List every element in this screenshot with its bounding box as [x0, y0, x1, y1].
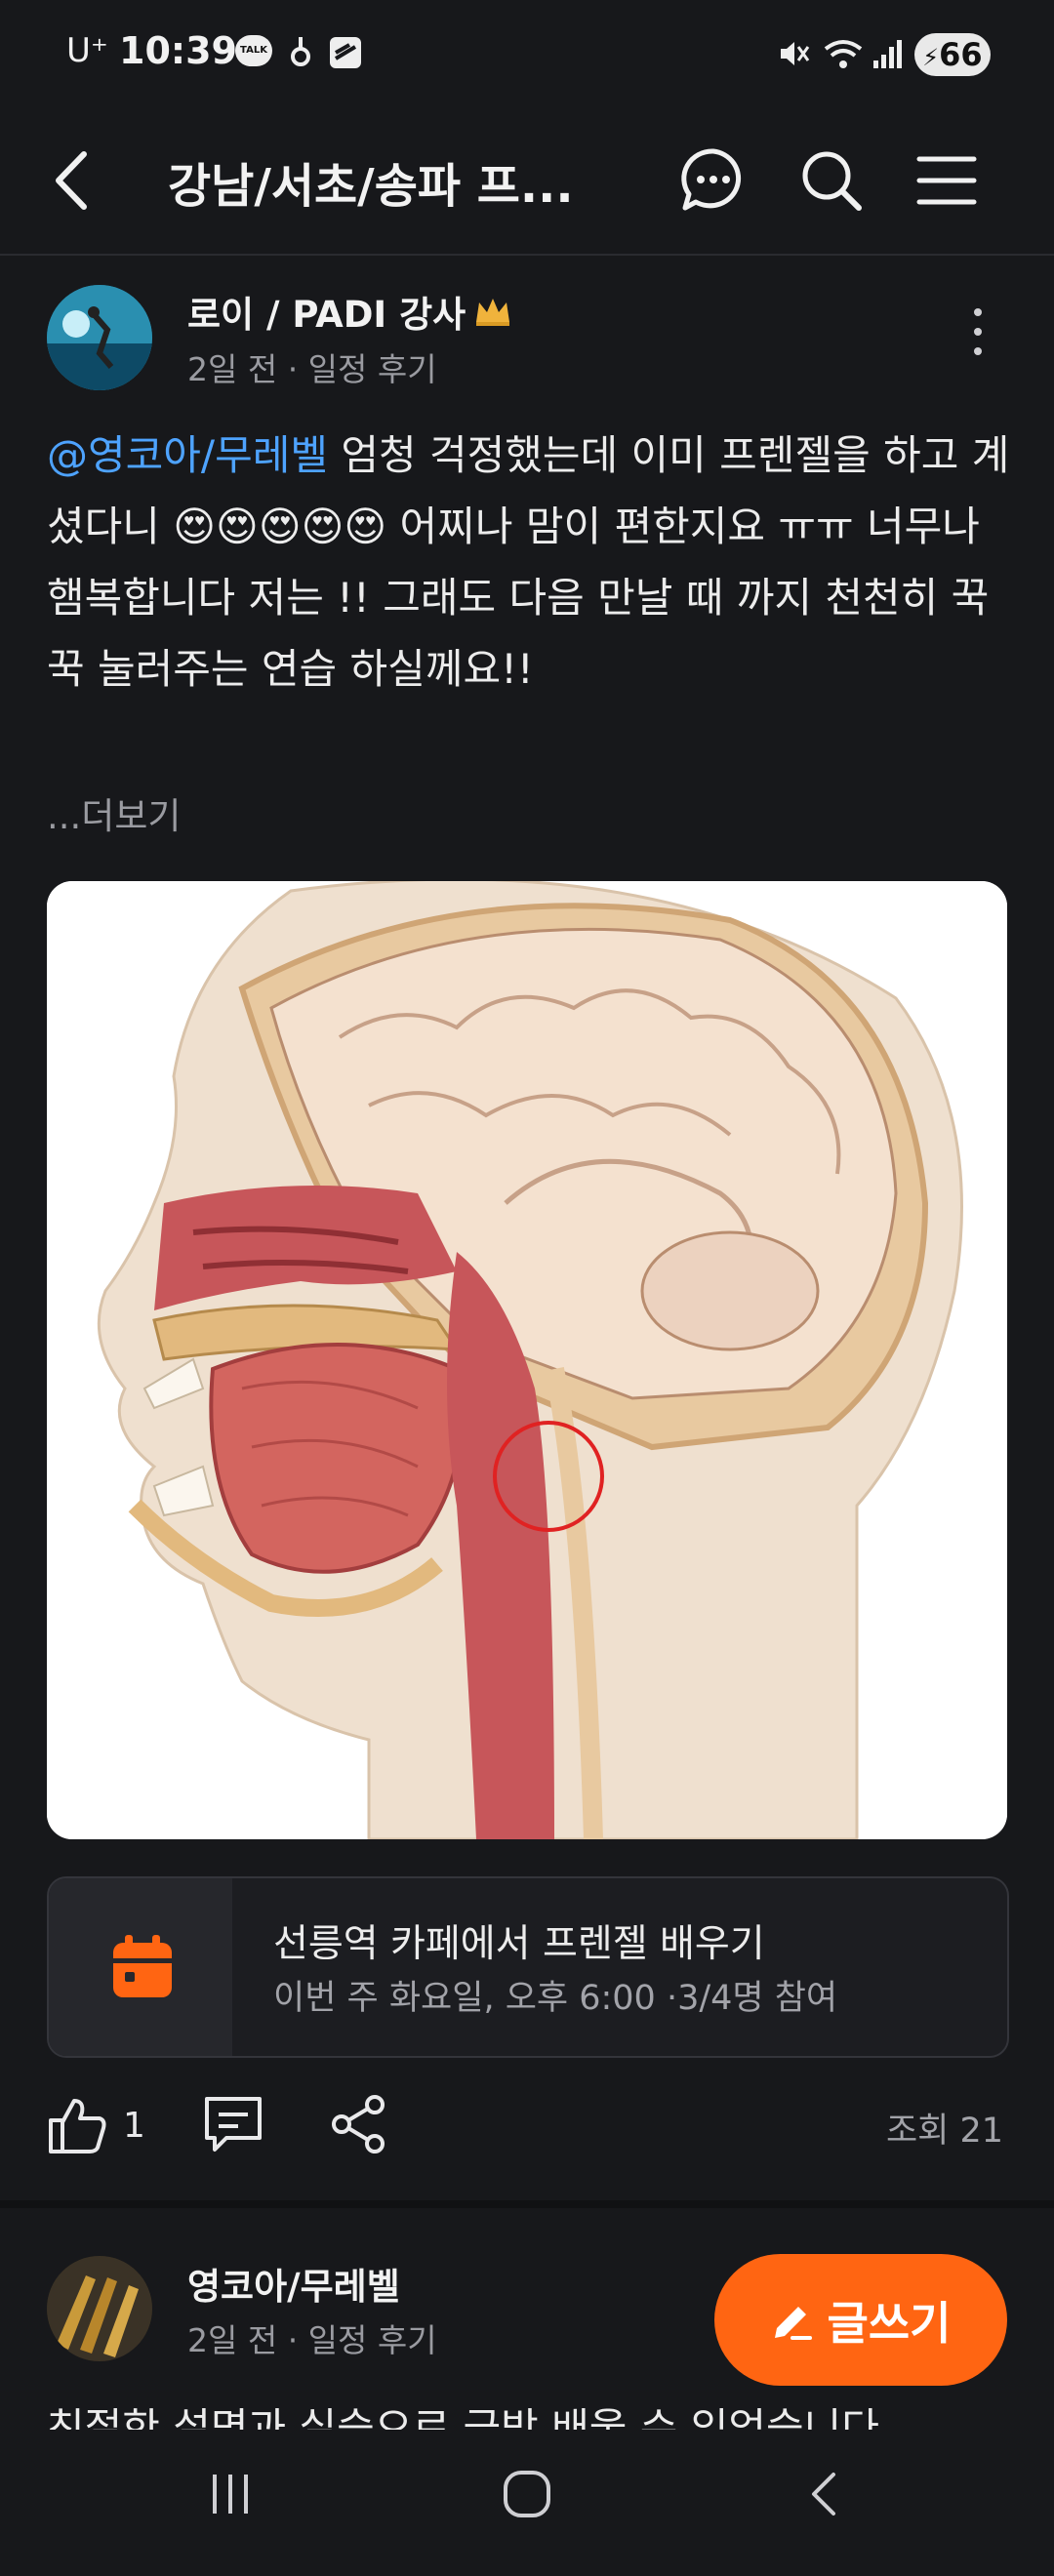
- author-name[interactable]: 로이 / PADI 강사: [187, 285, 466, 338]
- anatomy-illustration: [47, 881, 1007, 1839]
- event-card[interactable]: 선릉역 카페에서 프렌젤 배우기 이번 주 화요일, 오후 6:00 ·3/4명…: [47, 1876, 1009, 2058]
- event-title: 선릉역 카페에서 프렌젤 배우기: [273, 1922, 765, 1966]
- back-arrow-icon[interactable]: [47, 146, 96, 215]
- nav-back-icon[interactable]: [806, 2471, 841, 2517]
- charging-icon: ⚡: [922, 44, 940, 71]
- author-avatar[interactable]: [47, 285, 152, 390]
- next-post-meta: 2일 전 · 일정 후기: [187, 2321, 437, 2359]
- event-subtitle: 이번 주 화요일, 오후 6:00 ·3/4명 참여: [273, 1979, 838, 2018]
- carrier-label: U⁺: [66, 31, 108, 70]
- thumbs-up-icon: [49, 2099, 106, 2153]
- post-image[interactable]: [47, 881, 1007, 1839]
- battery-indicator: ⚡66: [914, 33, 991, 76]
- calendar-icon: [113, 1935, 172, 1997]
- post-divider: [0, 2200, 1054, 2208]
- wifi-icon: [824, 40, 863, 68]
- kakaotalk-icon: TALK: [235, 35, 272, 66]
- like-count: 1: [123, 2105, 145, 2146]
- talk-badge-text: TALK: [240, 45, 267, 56]
- system-nav-bar: [0, 2430, 1054, 2576]
- more-options-icon[interactable]: [966, 304, 990, 359]
- post-meta: 2일 전 · 일정 후기: [187, 350, 437, 388]
- battery-level: 66: [939, 36, 983, 73]
- chat-icon[interactable]: [679, 145, 748, 214]
- status-bar: U⁺ 10:39 TALK ⚡66: [0, 0, 1054, 112]
- read-more-link[interactable]: ...더보기: [47, 786, 181, 839]
- notification-icon: [291, 37, 310, 66]
- view-count: 조회 21: [885, 2112, 1003, 2151]
- signal-icon: [873, 40, 902, 68]
- crown-icon: [476, 299, 510, 326]
- share-icon[interactable]: [328, 2093, 390, 2155]
- home-icon[interactable]: [502, 2469, 552, 2519]
- write-post-label: 글쓰기: [827, 2296, 952, 2350]
- menu-icon[interactable]: [915, 151, 978, 210]
- status-time: 10:39: [119, 29, 237, 72]
- event-icon-box: [49, 1878, 232, 2056]
- next-author-name[interactable]: 영코아/무레벨: [187, 2257, 400, 2310]
- write-post-button[interactable]: 글쓰기: [714, 2254, 1007, 2386]
- page-title: 강남/서초/송파 프...: [168, 159, 574, 214]
- post-body: @영코아/무레벨 엄청 걱정했는데 이미 프렌젤을 하고 계셨다니 😍😍😍😍😍 …: [47, 420, 1013, 704]
- mute-icon: [781, 42, 810, 65]
- app-bar: 강남/서초/송파 프...: [0, 112, 1054, 256]
- pencil-icon: [774, 2306, 812, 2340]
- next-author-avatar[interactable]: [47, 2256, 152, 2361]
- recent-apps-icon[interactable]: [209, 2471, 252, 2517]
- comment-icon[interactable]: [203, 2095, 264, 2153]
- mention-link[interactable]: @영코아/무레벨: [47, 431, 328, 479]
- like-button[interactable]: 1: [47, 2095, 145, 2155]
- search-icon[interactable]: [798, 147, 865, 214]
- author-row: 로이 / PADI 강사: [187, 285, 512, 338]
- app-notification-icon: [330, 37, 361, 68]
